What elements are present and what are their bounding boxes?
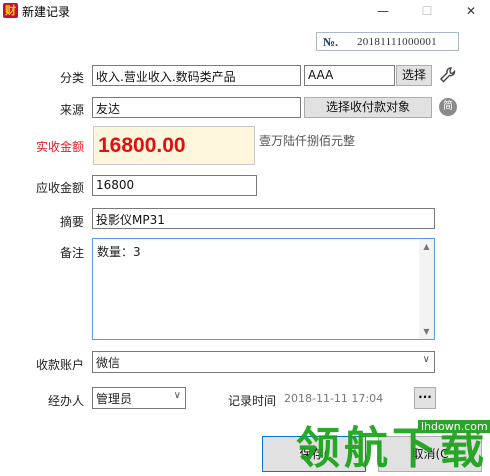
account-select[interactable]: 微信 ∨ bbox=[92, 351, 435, 373]
source-label: 来源 bbox=[59, 103, 84, 117]
window-title: 新建记录 bbox=[22, 5, 71, 19]
wrench-icon[interactable] bbox=[438, 65, 458, 85]
minimize-button[interactable]: — bbox=[368, 0, 398, 22]
scroll-down-icon[interactable]: ▼ bbox=[419, 327, 434, 336]
category-field[interactable]: 收入.营业收入.数码类产品 bbox=[92, 65, 301, 86]
due-amount-field[interactable]: 16800 bbox=[92, 175, 257, 196]
record-number-box: №. 20181111000001 bbox=[316, 32, 459, 51]
app-logo-icon: 财 bbox=[3, 3, 18, 18]
handler-label: 经办人 bbox=[47, 394, 84, 408]
summary-label: 摘要 bbox=[59, 215, 84, 229]
category-select-button[interactable]: 选择 bbox=[396, 65, 432, 86]
actual-amount-field[interactable]: 16800.00 bbox=[93, 126, 255, 165]
scroll-up-icon[interactable]: ▲ bbox=[419, 242, 434, 251]
record-time-label: 记录时间 bbox=[228, 394, 277, 408]
watermark-url: lhdown.com bbox=[418, 420, 490, 433]
account-select-value: 微信 bbox=[96, 356, 121, 370]
simplify-icon[interactable]: 简 bbox=[439, 98, 457, 116]
remarks-textarea[interactable]: 数量：3 ▲ ▼ bbox=[92, 238, 435, 340]
remarks-scrollbar[interactable]: ▲ ▼ bbox=[419, 239, 434, 339]
close-button[interactable]: ✕ bbox=[456, 0, 486, 22]
chevron-down-icon: ∨ bbox=[422, 354, 430, 365]
remarks-label: 备注 bbox=[59, 246, 84, 260]
category-label: 分类 bbox=[59, 71, 84, 85]
maximize-button[interactable]: ☐ bbox=[412, 0, 442, 22]
due-amount-label: 应收金额 bbox=[35, 181, 84, 195]
select-payee-button[interactable]: 选择收付款对象 bbox=[304, 97, 432, 118]
record-number-label: №. bbox=[323, 35, 339, 49]
summary-field[interactable]: 投影仪MP31 bbox=[92, 208, 435, 229]
handler-select[interactable]: 管理员 ∨ bbox=[92, 387, 186, 409]
amount-in-words: 壹万陆仟捌佰元整 bbox=[259, 134, 356, 148]
actual-amount-label: 实收金额 bbox=[35, 140, 84, 154]
record-number-value: 20181111000001 bbox=[357, 36, 437, 48]
handler-select-value: 管理员 bbox=[96, 392, 133, 406]
record-time-value: 2018-11-11 17:04 bbox=[284, 392, 384, 405]
source-field[interactable]: 友达 bbox=[92, 97, 301, 118]
account-label: 收款账户 bbox=[35, 358, 84, 372]
category-code-field[interactable]: AAA bbox=[304, 65, 395, 86]
remarks-text: 数量：3 bbox=[97, 245, 141, 259]
chevron-down-icon: ∨ bbox=[173, 390, 181, 401]
record-time-more-button[interactable]: ··· bbox=[414, 387, 436, 409]
title-bar: 财 新建记录 — ☐ ✕ bbox=[0, 0, 490, 22]
